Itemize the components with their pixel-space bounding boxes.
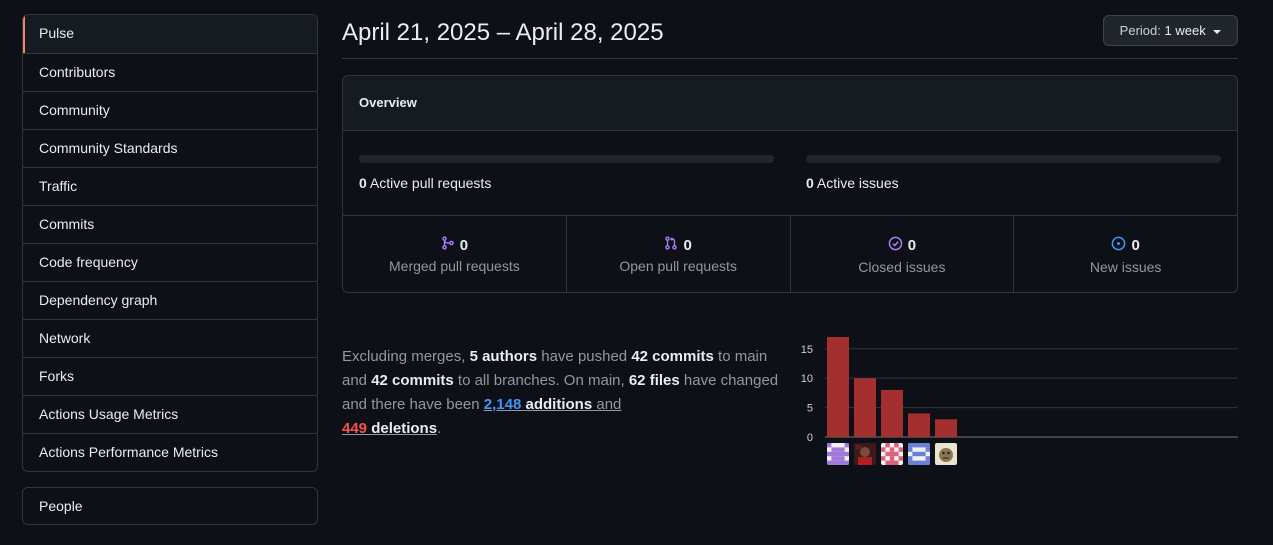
additions-link[interactable]: 2,148 additions and xyxy=(484,396,622,413)
sidebar-item-code-frequency[interactable]: Code frequency xyxy=(23,243,317,281)
deletions-link[interactable]: 449 deletions xyxy=(342,420,437,437)
sidebar-item-pulse[interactable]: Pulse xyxy=(23,15,317,53)
stat-new-issues[interactable]: 0 New issues xyxy=(1013,216,1237,292)
y-tick-label: 5 xyxy=(807,403,813,415)
sidebar-item-network[interactable]: Network xyxy=(23,319,317,357)
summary-text: have pushed xyxy=(537,348,632,365)
active-issues-summary[interactable]: 0 Active issues xyxy=(806,175,899,191)
additions-word: additions xyxy=(525,396,593,413)
deletions-word: deletions xyxy=(371,420,438,437)
active-prs-label: Active pull requests xyxy=(369,175,492,191)
summary-text: to all branches. On main, xyxy=(453,372,629,389)
sidebar-item-community-standards[interactable]: Community Standards xyxy=(23,129,317,167)
active-prs-count: 0 xyxy=(359,175,367,191)
commit-bar-4[interactable] xyxy=(908,413,930,437)
stat-open-prs-count: 0 xyxy=(683,236,692,254)
y-tick-label: 15 xyxy=(801,344,813,356)
summary-text: Excluding merges, xyxy=(342,348,470,365)
authors-count: 5 authors xyxy=(469,348,538,365)
overview-activity-bars: 0 Active pull requests 0 Active issues xyxy=(343,131,1237,216)
stat-closed-issues-label: Closed issues xyxy=(858,259,946,275)
insights-sidebar: Pulse Contributors Community Community Stan… xyxy=(22,14,318,472)
summary-text: and xyxy=(592,396,622,413)
author-avatar-5[interactable] xyxy=(935,443,957,465)
git-pull-request-icon xyxy=(664,236,678,254)
stat-new-issues-count: 0 xyxy=(1131,237,1140,254)
sidebar-item-actions-usage-metrics[interactable]: Actions Usage Metrics xyxy=(23,395,317,433)
stat-closed-issues-count: 0 xyxy=(907,237,917,254)
commits-all-count: 42 commits xyxy=(371,372,454,389)
stat-open-prs-label: Open pull requests xyxy=(619,258,737,274)
stat-closed-issues[interactable]: 0 Closed issues xyxy=(789,216,1014,292)
commits-main-count: 42 commits xyxy=(631,348,714,365)
sidebar-item-dependency-graph[interactable]: Dependency graph xyxy=(23,281,317,319)
page-title: April 21, 2025 – April 28, 2025 xyxy=(342,19,664,46)
commit-bar-2[interactable] xyxy=(854,378,876,437)
overview-stats: 0 Merged pull requests 0 Open pull reque… xyxy=(343,216,1237,292)
y-tick-label: 0 xyxy=(807,432,813,444)
commit-bar-3[interactable] xyxy=(881,389,903,437)
stat-merged-prs-label: Merged pull requests xyxy=(389,258,520,274)
sidebar-item-forks[interactable]: Forks xyxy=(23,357,317,395)
overview-panel: Overview 0 Active pull requests 0 Active… xyxy=(342,75,1238,293)
period-prefix: Period: xyxy=(1119,23,1161,38)
active-prs-bar xyxy=(359,155,774,163)
sidebar-item-actions-performance-metrics[interactable]: Actions Performance Metrics xyxy=(23,433,317,471)
sidebar-item-contributors[interactable]: Contributors xyxy=(23,53,317,91)
additions-count: 2,148 xyxy=(483,396,522,413)
stat-open-prs[interactable]: 0 Open pull requests xyxy=(565,216,790,292)
sidebar-item-commits[interactable]: Commits xyxy=(23,205,317,243)
period-dropdown-button[interactable]: Period: 1 week xyxy=(1103,15,1238,46)
commit-bar-1[interactable] xyxy=(827,337,849,437)
active-issues-count: 0 xyxy=(806,175,814,191)
caret-down-icon xyxy=(1213,29,1222,34)
issue-opened-icon xyxy=(1111,236,1126,255)
y-tick-label: 10 xyxy=(801,373,813,385)
deletions-count: 449 xyxy=(342,420,368,437)
author-avatar-4[interactable] xyxy=(908,443,930,465)
commit-bar-5[interactable] xyxy=(935,419,957,437)
author-avatar-1[interactable] xyxy=(827,443,849,465)
stat-merged-prs-count: 0 xyxy=(459,236,469,254)
author-avatar-2[interactable] xyxy=(854,443,876,465)
sidebar-item-community[interactable]: Community xyxy=(23,91,317,129)
git-merge-icon xyxy=(441,236,455,254)
active-issues-bar xyxy=(806,155,1221,163)
commit-summary: Excluding merges, 5 authors have pushed … xyxy=(342,345,792,441)
author-avatar-3[interactable] xyxy=(881,443,903,465)
period-value: 1 week xyxy=(1164,23,1206,38)
overview-heading: Overview xyxy=(343,76,1237,131)
active-issues-label: Active issues xyxy=(816,175,899,191)
sidebar-item-people[interactable]: People xyxy=(22,487,318,525)
issue-closed-icon xyxy=(888,236,903,255)
summary-text: . xyxy=(437,420,442,437)
active-prs-summary[interactable]: 0 Active pull requests xyxy=(359,175,491,191)
stat-merged-prs[interactable]: 0 Merged pull requests xyxy=(343,216,566,292)
files-count: 62 files xyxy=(628,372,680,389)
stat-new-issues-label: New issues xyxy=(1089,259,1162,275)
sidebar-item-traffic[interactable]: Traffic xyxy=(23,167,317,205)
title-divider xyxy=(342,58,1238,59)
